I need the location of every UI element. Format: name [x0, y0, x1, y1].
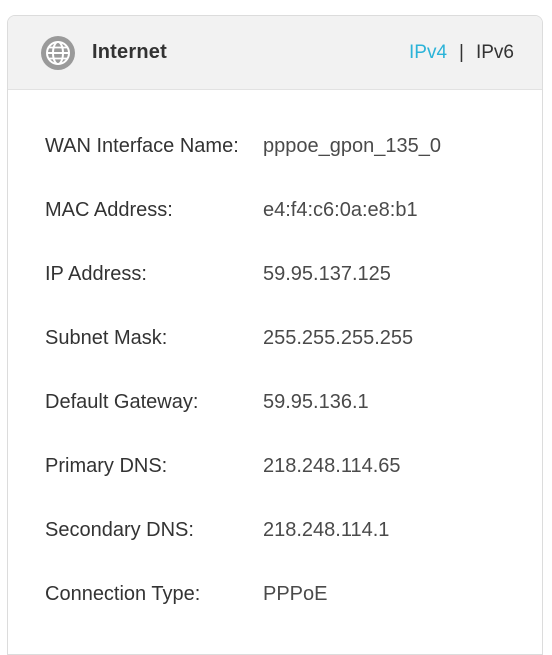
row-label: Connection Type:: [45, 582, 201, 605]
tab-separator: |: [459, 41, 464, 63]
row-label: Subnet Mask:: [45, 326, 168, 349]
info-list: WAN Interface Name: pppoe_gpon_135_0 MAC…: [8, 90, 542, 626]
tab-ipv6[interactable]: IPv6: [476, 42, 514, 64]
row-label: Secondary DNS:: [45, 518, 194, 541]
row-label: WAN Interface Name:: [45, 134, 239, 157]
globe-icon: [40, 35, 76, 71]
ip-version-tabs: IPv4 | IPv6: [409, 42, 514, 64]
internet-status-panel: Internet IPv4 | IPv6 WAN Interface Name:…: [7, 15, 543, 655]
row-value: e4:f4:c6:0a:e8:b1: [263, 198, 418, 221]
tab-ipv4[interactable]: IPv4: [409, 42, 447, 64]
row-default-gateway: Default Gateway: 59.95.136.1: [8, 370, 542, 434]
row-connection-type: Connection Type: PPPoE: [8, 562, 542, 626]
row-value: pppoe_gpon_135_0: [263, 134, 441, 157]
row-value: 218.248.114.1: [263, 518, 390, 541]
row-label: MAC Address:: [45, 198, 173, 221]
row-secondary-dns: Secondary DNS: 218.248.114.1: [8, 498, 542, 562]
panel-header: Internet IPv4 | IPv6: [8, 16, 542, 90]
row-label: Default Gateway:: [45, 390, 199, 413]
row-value: 59.95.137.125: [263, 262, 391, 285]
row-mac-address: MAC Address: e4:f4:c6:0a:e8:b1: [8, 178, 542, 242]
panel-title: Internet: [92, 41, 167, 63]
row-value: PPPoE: [263, 582, 328, 605]
row-label: IP Address:: [45, 262, 147, 285]
row-value: 255.255.255.255: [263, 326, 414, 349]
row-label: Primary DNS:: [45, 454, 168, 477]
row-value: 218.248.114.65: [263, 454, 401, 477]
row-value: 59.95.136.1: [263, 390, 369, 413]
row-primary-dns: Primary DNS: 218.248.114.65: [8, 434, 542, 498]
row-subnet-mask: Subnet Mask: 255.255.255.255: [8, 306, 542, 370]
row-wan-interface-name: WAN Interface Name: pppoe_gpon_135_0: [8, 114, 542, 178]
row-ip-address: IP Address: 59.95.137.125: [8, 242, 542, 306]
